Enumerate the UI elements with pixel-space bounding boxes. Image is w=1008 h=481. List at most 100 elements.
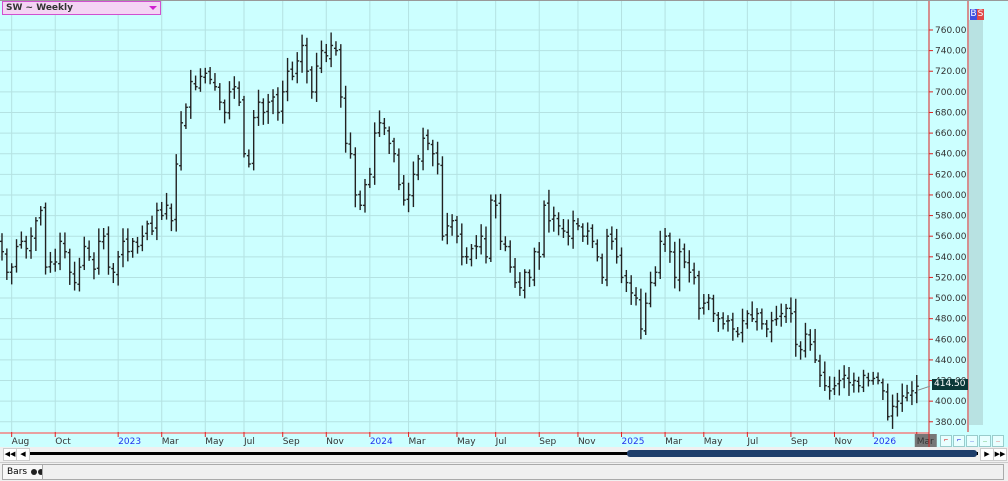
price-bar bbox=[731, 313, 735, 341]
price-bar bbox=[450, 214, 454, 236]
price-bar bbox=[770, 312, 774, 342]
price-bar bbox=[455, 216, 459, 243]
y-tick-label: 600.00 bbox=[935, 191, 967, 201]
price-bar bbox=[891, 395, 895, 429]
price-chart[interactable]: 380.00400.00420.00440.00460.00480.00500.… bbox=[0, 0, 1008, 447]
nav-end-icon[interactable]: ‥ bbox=[992, 435, 1004, 447]
price-bar bbox=[111, 263, 115, 283]
price-bar bbox=[324, 44, 328, 62]
price-bar bbox=[10, 263, 14, 284]
price-bar bbox=[881, 379, 885, 400]
y-tick-label: 720.00 bbox=[935, 67, 967, 77]
scroll-first-button[interactable]: ◀◀ bbox=[3, 448, 17, 461]
price-bar bbox=[208, 67, 212, 84]
scroll-right-button[interactable]: ▶ bbox=[980, 448, 994, 461]
price-bar bbox=[523, 269, 527, 298]
price-bar bbox=[140, 226, 144, 252]
price-bar bbox=[382, 118, 386, 135]
price-bar bbox=[755, 308, 759, 330]
price-bar bbox=[19, 231, 23, 248]
price-bar bbox=[610, 226, 614, 249]
price-bar bbox=[402, 175, 406, 206]
buy-badge[interactable]: B bbox=[970, 9, 977, 20]
price-bar bbox=[189, 70, 193, 119]
price-bar bbox=[416, 155, 420, 180]
y-tick-label: 740.00 bbox=[935, 47, 967, 57]
price-bar bbox=[329, 32, 333, 67]
bars-tab-label: Bars bbox=[7, 467, 27, 477]
price-bar bbox=[528, 269, 532, 287]
price-bar bbox=[871, 372, 875, 385]
price-bar bbox=[571, 211, 575, 249]
price-bar bbox=[561, 219, 565, 238]
price-bar bbox=[97, 228, 101, 274]
x-tick-label: Nov bbox=[578, 437, 596, 447]
last-price-pointer bbox=[918, 386, 930, 390]
price-bar bbox=[629, 275, 633, 305]
symbol-selector[interactable]: SW ~ Weekly bbox=[2, 1, 161, 15]
price-bar bbox=[87, 240, 91, 260]
price-bar bbox=[595, 239, 599, 261]
price-bar bbox=[5, 248, 9, 280]
price-bar bbox=[663, 228, 667, 252]
price-bar bbox=[445, 213, 449, 244]
price-bar bbox=[252, 110, 256, 170]
price-bar bbox=[155, 203, 159, 240]
price-bar bbox=[344, 86, 348, 153]
price-bar bbox=[566, 219, 570, 245]
y-tick-label: 460.00 bbox=[935, 335, 967, 345]
x-tick-label: 2025 bbox=[622, 437, 645, 447]
price-bar bbox=[624, 270, 628, 292]
price-bar bbox=[832, 377, 836, 395]
price-bar bbox=[895, 393, 899, 417]
price-bar bbox=[82, 237, 86, 270]
price-bar bbox=[34, 217, 38, 251]
price-bar bbox=[576, 218, 580, 230]
scroll-left-button[interactable]: ◀ bbox=[16, 448, 30, 461]
price-bar bbox=[886, 384, 890, 421]
price-bar bbox=[586, 222, 590, 244]
price-bar bbox=[823, 361, 827, 390]
x-tick-label: Sep bbox=[283, 437, 300, 447]
price-bar bbox=[499, 194, 503, 250]
price-bar bbox=[271, 89, 275, 114]
nav-fit-icon[interactable]: ‥ bbox=[979, 435, 991, 447]
nav-left-icon[interactable]: ⌐ bbox=[953, 435, 965, 447]
price-bar bbox=[513, 258, 517, 288]
price-bar bbox=[102, 228, 106, 249]
price-bar bbox=[315, 53, 319, 102]
price-bar bbox=[658, 231, 662, 279]
price-bar bbox=[741, 309, 745, 343]
nav-zoom-icon[interactable]: ‥ bbox=[966, 435, 978, 447]
price-bar bbox=[53, 249, 57, 272]
y-tick-label: 640.00 bbox=[935, 150, 967, 160]
price-bar bbox=[24, 236, 28, 259]
dropdown-arrow-icon bbox=[149, 6, 157, 10]
price-bar bbox=[300, 35, 304, 73]
chart-area[interactable]: 380.00400.00420.00440.00460.00480.00500.… bbox=[0, 0, 1008, 447]
price-bar bbox=[261, 98, 265, 125]
x-tick-label: Jul bbox=[243, 437, 255, 447]
x-tick-label: Mar bbox=[665, 437, 682, 447]
tab-strip bbox=[42, 464, 1004, 480]
price-bar bbox=[339, 44, 343, 108]
price-bar bbox=[842, 365, 846, 388]
scroll-thumb[interactable] bbox=[627, 450, 977, 457]
scroll-last-button[interactable]: ▶▶ bbox=[993, 448, 1007, 461]
price-bar bbox=[223, 100, 227, 124]
y-tick-label: 400.00 bbox=[935, 397, 967, 407]
y-tick-label: 560.00 bbox=[935, 232, 967, 242]
price-bar bbox=[915, 375, 919, 403]
sell-badge[interactable]: S bbox=[977, 9, 984, 20]
price-bar bbox=[876, 372, 880, 384]
nav-start-icon[interactable]: ⌐ bbox=[940, 435, 952, 447]
horizontal-scrollbar[interactable]: ◀◀ ◀ ▶ ▶▶ bbox=[0, 447, 1008, 461]
x-tick-label: 2024 bbox=[370, 437, 393, 447]
price-bar bbox=[644, 293, 648, 335]
price-bar bbox=[397, 148, 401, 190]
price-bar bbox=[784, 304, 788, 323]
price-bar bbox=[421, 128, 425, 171]
price-bar bbox=[857, 377, 861, 393]
price-bar bbox=[518, 272, 522, 296]
price-bar bbox=[160, 202, 164, 220]
